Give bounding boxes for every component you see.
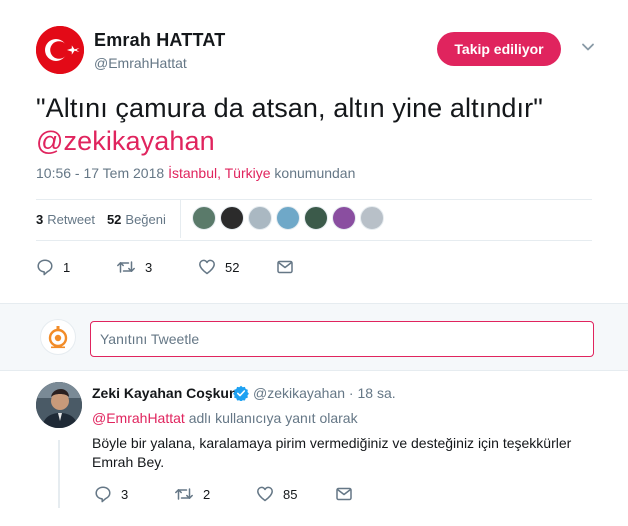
retweet-stat[interactable]: 3 Retweet <box>36 212 95 227</box>
heart-icon <box>199 259 215 275</box>
location-suffix: konumundan <box>274 165 356 181</box>
retweet-icon <box>175 488 193 500</box>
retweet-button[interactable]: 3 <box>116 258 152 276</box>
reply-author-avatar[interactable] <box>36 382 82 428</box>
person-photo-icon <box>36 382 82 428</box>
liker-avatar[interactable] <box>332 206 356 230</box>
replying-to-suffix: adlı kullanıcıya yanıt olarak <box>188 410 358 426</box>
reply-count: 3 <box>121 486 129 502</box>
divider <box>36 240 592 241</box>
reply-button[interactable]: 3 <box>94 485 128 503</box>
like-button[interactable]: 52 <box>198 258 239 276</box>
stats-separator <box>180 200 181 238</box>
reply-icon <box>37 259 53 276</box>
reply-icon <box>95 486 111 503</box>
like-count: 85 <box>283 486 298 502</box>
tweet-mention-link[interactable]: @zekikayahan <box>36 125 596 158</box>
liker-avatar[interactable] <box>220 206 244 230</box>
reply-text: Böyle bir yalana, karalamaya pirim verme… <box>92 434 592 472</box>
reply-text-line: Böyle bir yalana, karalamaya pirim verme… <box>92 435 572 451</box>
heart-icon <box>257 486 273 502</box>
tweet-timestamp[interactable]: 10:56 - 17 Tem 2018 <box>36 165 164 181</box>
retweet-count: 2 <box>203 486 211 502</box>
divider <box>36 199 592 200</box>
direct-message-button[interactable] <box>276 258 294 276</box>
liker-avatar[interactable] <box>276 206 300 230</box>
divider <box>0 370 628 371</box>
envelope-icon <box>277 260 293 274</box>
tweet-header: Emrah HATTAT @EmrahHattat Takip ediliyor <box>36 26 596 78</box>
like-stat[interactable]: 52 Beğeni <box>107 212 166 227</box>
like-count: 52 <box>225 259 240 275</box>
author-handle[interactable]: @EmrahHattat <box>94 55 187 71</box>
reply-count: 1 <box>63 259 71 275</box>
follow-button[interactable]: Takip ediliyor <box>437 32 561 66</box>
like-stat-label: Beğeni <box>125 211 166 227</box>
author-name[interactable]: Emrah HATTAT <box>94 30 225 51</box>
reply-button[interactable]: 1 <box>36 258 70 276</box>
retweet-count: 3 <box>145 259 153 275</box>
thread-line <box>58 440 60 508</box>
direct-message-button[interactable] <box>335 485 353 503</box>
liker-avatar[interactable] <box>304 206 328 230</box>
logo-icon <box>48 326 68 349</box>
retweet-stat-count: 3 <box>36 211 44 227</box>
location-link[interactable]: İstanbul, Türkiye <box>168 165 270 181</box>
liker-avatar[interactable] <box>360 206 384 230</box>
reply-input[interactable]: Yanıtını Tweetle <box>90 321 594 357</box>
like-button[interactable]: 85 <box>256 485 297 503</box>
retweet-stat-label: Retweet <box>47 211 95 227</box>
tweet-text: "Altını çamura da atsan, altın yine altı… <box>36 92 596 158</box>
retweet-button[interactable]: 2 <box>174 485 210 503</box>
liker-avatar[interactable] <box>192 206 216 230</box>
envelope-icon <box>336 487 352 501</box>
retweet-icon <box>117 261 135 273</box>
current-user-avatar[interactable] <box>40 319 76 355</box>
reply-text-line: Emrah Bey. <box>92 454 165 470</box>
liker-avatar[interactable] <box>248 206 272 230</box>
chevron-down-icon[interactable] <box>581 40 595 54</box>
liker-avatars <box>192 206 388 230</box>
verified-badge-icon <box>233 385 249 401</box>
like-stat-count: 52 <box>106 211 122 227</box>
avatar[interactable] <box>36 26 84 74</box>
replying-to-mention[interactable]: @EmrahHattat <box>92 410 185 426</box>
reply-author-name[interactable]: Zeki Kayahan Coşkun <box>92 385 238 401</box>
replying-to: @EmrahHattat adlı kullanıcıya yanıt olar… <box>92 410 358 426</box>
tweet-stats: 3 Retweet 52 Beğeni <box>36 207 178 231</box>
reply-author-handle[interactable]: @zekikayahan · 18 sa. <box>253 385 396 401</box>
turkish-flag-icon <box>36 26 84 74</box>
tweet-meta: 10:56 - 17 Tem 2018 İstanbul, Türkiye ko… <box>36 165 355 181</box>
tweet-quote: "Altını çamura da atsan, altın yine altı… <box>36 93 543 123</box>
